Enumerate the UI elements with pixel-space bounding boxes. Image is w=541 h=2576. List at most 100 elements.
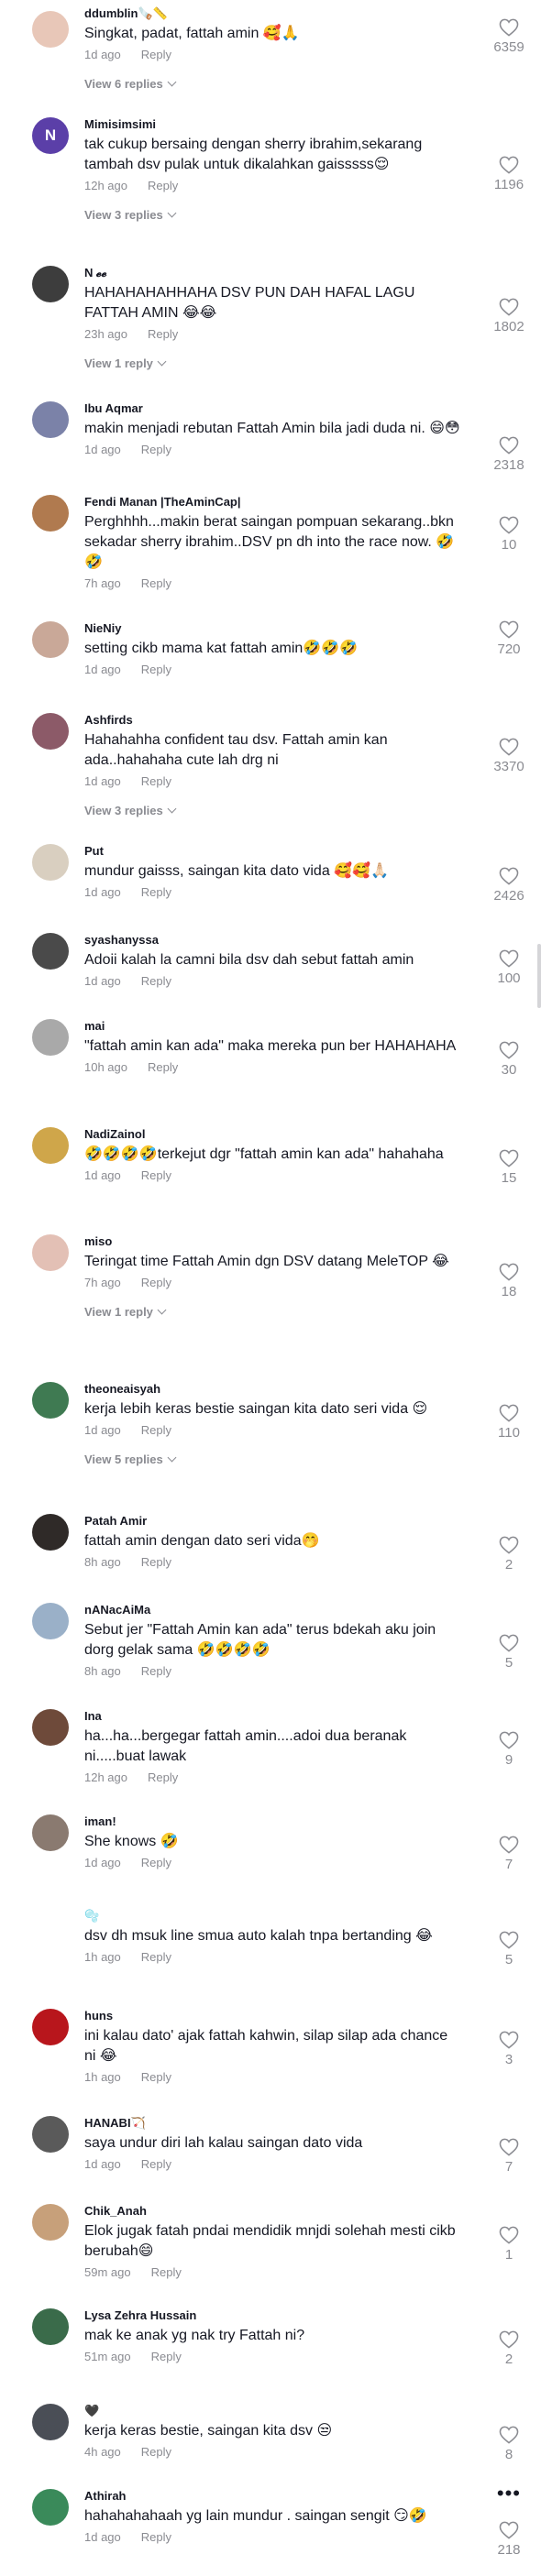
comment-username[interactable]: 🖤 xyxy=(84,2404,460,2418)
like-button[interactable]: 2426 xyxy=(486,867,532,904)
avatar[interactable] xyxy=(32,495,69,532)
comment-username[interactable]: Put xyxy=(84,844,460,859)
reply-button[interactable]: Reply xyxy=(141,2157,171,2171)
comment-username[interactable]: NadiZainol xyxy=(84,1127,460,1142)
avatar[interactable] xyxy=(32,2204,69,2241)
comment-username[interactable]: 🫧 xyxy=(84,1909,460,1924)
comment-username[interactable]: Chik_Anah xyxy=(84,2204,460,2219)
comment-username[interactable]: Athirah xyxy=(84,2489,460,2504)
like-button[interactable]: 110 xyxy=(486,1404,532,1441)
like-button[interactable]: 7 xyxy=(486,2138,532,2176)
like-button[interactable]: 6359 xyxy=(486,18,532,56)
reply-button[interactable]: Reply xyxy=(141,663,171,676)
avatar[interactable] xyxy=(32,933,69,970)
like-button[interactable]: 1802 xyxy=(486,298,532,335)
avatar[interactable] xyxy=(32,11,69,48)
comment-username[interactable]: huns xyxy=(84,2009,460,2023)
comment-username[interactable]: ddumblin🪚📏 xyxy=(84,6,460,21)
comment-username[interactable]: Fendi Manan |TheAminCap| xyxy=(84,495,460,510)
like-button[interactable]: 2 xyxy=(486,2330,532,2368)
avatar[interactable] xyxy=(32,1814,69,1851)
avatar[interactable] xyxy=(32,1514,69,1551)
like-button[interactable]: 2 xyxy=(486,1536,532,1573)
reply-button[interactable]: Reply xyxy=(141,1856,171,1869)
comment-username[interactable]: Mimisimsimi xyxy=(84,117,460,132)
avatar[interactable] xyxy=(32,1382,69,1419)
comment-username[interactable]: nANacAiMa xyxy=(84,1603,460,1617)
like-button[interactable]: 15 xyxy=(486,1149,532,1187)
reply-button[interactable]: Reply xyxy=(141,2530,171,2544)
like-button[interactable]: 9 xyxy=(486,1731,532,1769)
avatar[interactable]: N xyxy=(32,117,69,154)
view-replies-button[interactable]: View 6 replies xyxy=(84,77,460,92)
comment-username[interactable]: Patah Amir xyxy=(84,1514,460,1529)
like-button[interactable]: 1196 xyxy=(486,156,532,193)
reply-button[interactable]: Reply xyxy=(141,443,171,456)
avatar[interactable] xyxy=(32,1907,69,1944)
comment-username[interactable]: Ibu Aqmar xyxy=(84,401,460,416)
avatar[interactable] xyxy=(32,1234,69,1271)
reply-button[interactable]: Reply xyxy=(141,974,171,988)
reply-button[interactable]: Reply xyxy=(141,576,171,590)
avatar[interactable] xyxy=(32,1603,69,1639)
reply-button[interactable]: Reply xyxy=(141,2070,171,2084)
like-button[interactable]: 100 xyxy=(486,949,532,987)
reply-button[interactable]: Reply xyxy=(141,1555,171,1569)
reply-button[interactable]: Reply xyxy=(148,327,178,341)
like-button[interactable]: 218 xyxy=(486,2521,532,2559)
reply-button[interactable]: Reply xyxy=(148,1060,178,1074)
reply-button[interactable]: Reply xyxy=(141,1168,171,1182)
reply-button[interactable]: Reply xyxy=(151,2265,182,2279)
comment-username[interactable]: Lysa Zehra Hussain xyxy=(84,2308,460,2323)
avatar[interactable] xyxy=(32,2116,69,2153)
like-button[interactable]: 2318 xyxy=(486,436,532,474)
avatar[interactable] xyxy=(32,1127,69,1164)
more-icon[interactable]: ••• xyxy=(497,2482,521,2505)
avatar[interactable] xyxy=(32,401,69,438)
like-button[interactable]: 8 xyxy=(486,2426,532,2463)
like-button[interactable]: 3 xyxy=(486,2031,532,2068)
reply-button[interactable]: Reply xyxy=(141,1664,171,1678)
view-replies-button[interactable]: View 3 replies xyxy=(84,208,460,223)
comment-username[interactable]: theoneaisyah xyxy=(84,1382,460,1397)
reply-button[interactable]: Reply xyxy=(141,1423,171,1437)
reply-button[interactable]: Reply xyxy=(141,1276,171,1289)
avatar[interactable] xyxy=(32,1019,69,1056)
like-button[interactable]: 7 xyxy=(486,1836,532,1873)
reply-button[interactable]: Reply xyxy=(141,774,171,788)
reply-button[interactable]: Reply xyxy=(141,885,171,899)
view-replies-button[interactable]: View 5 replies xyxy=(84,1452,460,1467)
avatar[interactable] xyxy=(32,2308,69,2345)
comment-username[interactable]: Ashfirds xyxy=(84,713,460,728)
like-button[interactable]: 5 xyxy=(486,1931,532,1968)
reply-button[interactable]: Reply xyxy=(141,2445,171,2459)
comment-username[interactable]: Ina xyxy=(84,1709,460,1724)
like-button[interactable]: 18 xyxy=(486,1263,532,1300)
comment-username[interactable]: mai xyxy=(84,1019,460,1034)
like-button[interactable]: 30 xyxy=(486,1041,532,1079)
avatar[interactable] xyxy=(32,1709,69,1746)
comment-username[interactable]: NieNiy xyxy=(84,621,460,636)
avatar[interactable] xyxy=(32,844,69,881)
like-button[interactable]: 10 xyxy=(486,516,532,554)
like-button[interactable]: 3370 xyxy=(486,738,532,775)
reply-button[interactable]: Reply xyxy=(151,2350,182,2363)
avatar[interactable] xyxy=(32,2009,69,2045)
view-replies-button[interactable]: View 3 replies xyxy=(84,804,460,818)
comment-username[interactable]: miso xyxy=(84,1234,460,1249)
reply-button[interactable]: Reply xyxy=(148,1770,178,1784)
view-replies-button[interactable]: View 1 reply xyxy=(84,356,460,371)
avatar[interactable] xyxy=(32,713,69,750)
like-button[interactable]: 720 xyxy=(486,620,532,658)
comment-username[interactable]: HANABI🏹 xyxy=(84,2116,460,2131)
comment-username[interactable]: N 𝓮𝓮 xyxy=(84,266,460,280)
reply-button[interactable]: Reply xyxy=(141,1950,171,1964)
like-button[interactable]: 1 xyxy=(486,2226,532,2264)
scrollbar[interactable] xyxy=(537,944,541,1008)
comment-username[interactable]: iman! xyxy=(84,1814,460,1829)
avatar[interactable] xyxy=(32,2489,69,2526)
like-button[interactable]: 5 xyxy=(486,1634,532,1672)
comment-username[interactable]: syashanyssa xyxy=(84,933,460,948)
avatar[interactable] xyxy=(32,621,69,658)
reply-button[interactable]: Reply xyxy=(148,179,178,192)
